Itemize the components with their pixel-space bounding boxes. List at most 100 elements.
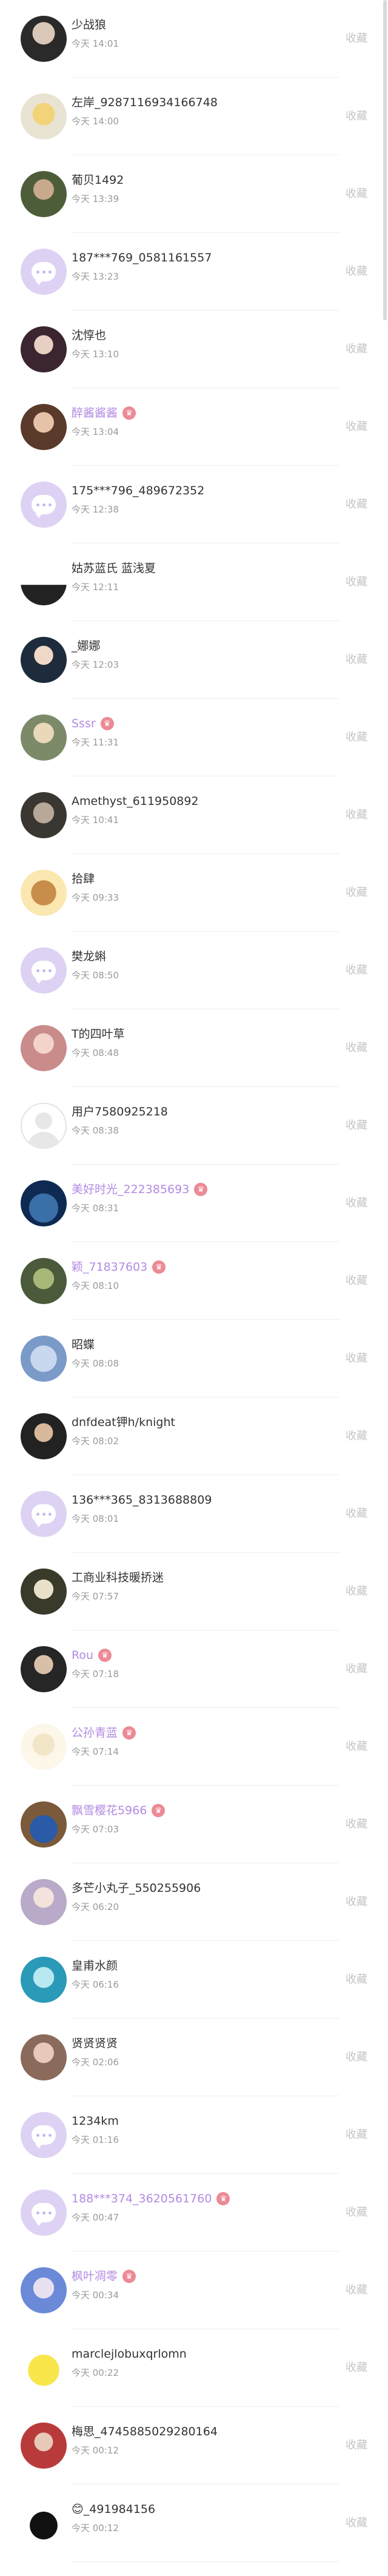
collect-button[interactable]: 收藏 bbox=[346, 1274, 367, 1288]
list-item[interactable]: 拾肆 今天 09:33 收藏 bbox=[0, 854, 388, 932]
collect-button[interactable]: 收藏 bbox=[346, 1196, 367, 1211]
collect-button[interactable]: 收藏 bbox=[346, 187, 367, 201]
avatar[interactable] bbox=[21, 947, 67, 994]
collect-button[interactable]: 收藏 bbox=[346, 2205, 367, 2220]
avatar[interactable] bbox=[21, 2345, 67, 2391]
list-item[interactable]: 枫叶凋零 ♛ 今天 00:34 收藏 bbox=[0, 2251, 388, 2329]
avatar[interactable] bbox=[21, 1724, 67, 1770]
collect-button[interactable]: 收藏 bbox=[346, 1817, 367, 1832]
list-item[interactable]: 187***769_0581161557 今天 13:23 收藏 bbox=[0, 233, 388, 311]
collect-button[interactable]: 收藏 bbox=[346, 264, 367, 279]
collect-button[interactable]: 收藏 bbox=[346, 420, 367, 434]
avatar[interactable] bbox=[21, 326, 67, 372]
list-item[interactable]: marclejlobuxqrlomn 今天 00:22 收藏 bbox=[0, 2329, 388, 2407]
avatar[interactable] bbox=[21, 2267, 67, 2313]
collect-button[interactable]: 收藏 bbox=[346, 575, 367, 590]
collect-button[interactable]: 收藏 bbox=[346, 730, 367, 745]
list-item[interactable]: 188***374_3620561760 ♛ 今天 00:47 收藏 bbox=[0, 2174, 388, 2251]
collect-button[interactable]: 收藏 bbox=[346, 2516, 367, 2531]
collect-button[interactable]: 收藏 bbox=[346, 497, 367, 512]
avatar[interactable] bbox=[21, 1258, 67, 1304]
avatar[interactable] bbox=[21, 16, 67, 62]
list-item[interactable]: dnfdeat钾h/knight 今天 08:02 收藏 bbox=[0, 1397, 388, 1475]
collect-button[interactable]: 收藏 bbox=[346, 808, 367, 822]
collect-button[interactable]: 收藏 bbox=[346, 1429, 367, 1444]
avatar[interactable] bbox=[21, 559, 67, 605]
collect-button[interactable]: 收藏 bbox=[346, 1507, 367, 1521]
list-item[interactable]: 左岸_9287116934166748 今天 14:00 收藏 bbox=[0, 78, 388, 155]
list-item[interactable]: _娜娜 今天 12:03 收藏 bbox=[0, 621, 388, 699]
collect-button[interactable]: 收藏 bbox=[346, 2050, 367, 2065]
default-avatar-icon[interactable] bbox=[21, 1103, 67, 1149]
avatar[interactable] bbox=[21, 404, 67, 450]
avatar[interactable] bbox=[21, 1413, 67, 1459]
collect-button[interactable]: 收藏 bbox=[346, 2361, 367, 2375]
collect-button[interactable]: 收藏 bbox=[346, 963, 367, 978]
collect-button[interactable]: 收藏 bbox=[346, 32, 367, 46]
list-item[interactable]: 136***365_8313688809 今天 08:01 收藏 bbox=[0, 1475, 388, 1553]
list-item[interactable]: Rou ♛ 今天 07:18 收藏 bbox=[0, 1630, 388, 1708]
avatar[interactable] bbox=[21, 171, 67, 217]
avatar[interactable] bbox=[21, 2500, 67, 2546]
avatar[interactable] bbox=[21, 2112, 67, 2158]
avatar[interactable] bbox=[21, 2190, 67, 2236]
avatar[interactable] bbox=[21, 1646, 67, 1692]
avatar[interactable] bbox=[21, 715, 67, 761]
collect-button[interactable]: 收藏 bbox=[346, 1041, 367, 1055]
list-item[interactable]: 用户7580925218 今天 08:38 收藏 bbox=[0, 1087, 388, 1165]
collect-button[interactable]: 收藏 bbox=[346, 1351, 367, 1366]
list-item[interactable]: 葡贝1492 今天 13:39 收藏 bbox=[0, 155, 388, 233]
list-item[interactable]: 多芒小丸子_550255906 今天 06:20 收藏 bbox=[0, 1863, 388, 1941]
collect-button[interactable]: 收藏 bbox=[346, 1972, 367, 1987]
list-item[interactable]: 175***796_489672352 今天 12:38 收藏 bbox=[0, 466, 388, 543]
collect-button[interactable]: 收藏 bbox=[346, 1895, 367, 1909]
collect-button[interactable]: 收藏 bbox=[346, 1118, 367, 1133]
collect-button[interactable]: 收藏 bbox=[346, 1662, 367, 1676]
avatar[interactable] bbox=[21, 249, 67, 295]
list-item[interactable]: 醉酱酱酱 ♛ 今天 13:04 收藏 bbox=[0, 388, 388, 466]
list-item[interactable]: 樊龙蝌 今天 08:50 收藏 bbox=[0, 932, 388, 1009]
list-item[interactable]: T的四叶草 今天 08:48 收藏 bbox=[0, 1009, 388, 1087]
list-item[interactable]: 颖_71837603 ♛ 今天 08:10 收藏 bbox=[0, 1242, 388, 1320]
avatar[interactable] bbox=[21, 93, 67, 140]
avatar[interactable] bbox=[21, 1336, 67, 1382]
avatar[interactable] bbox=[21, 1025, 67, 1071]
avatar[interactable] bbox=[21, 1569, 67, 1615]
list-item[interactable]: 姑苏蓝氏 蓝浅夏 今天 12:11 收藏 bbox=[0, 543, 388, 621]
list-item[interactable]: 美好时光_222385693 ♛ 今天 08:31 收藏 bbox=[0, 1165, 388, 1242]
list-item[interactable]: 公孙青蓝 ♛ 今天 07:14 收藏 bbox=[0, 1708, 388, 1786]
list-item[interactable]: 昭蝶 今天 08:08 收藏 bbox=[0, 1320, 388, 1397]
avatar[interactable] bbox=[21, 482, 67, 528]
list-item[interactable]: 沈惇也 今天 13:10 收藏 bbox=[0, 311, 388, 388]
list-item[interactable]: 少战狼 今天 14:01 收藏 bbox=[0, 0, 388, 78]
avatar[interactable] bbox=[21, 2423, 67, 2469]
scrollbar[interactable] bbox=[383, 0, 387, 320]
collect-button[interactable]: 收藏 bbox=[346, 2438, 367, 2453]
avatar[interactable] bbox=[21, 1879, 67, 1925]
collect-button[interactable]: 收藏 bbox=[346, 653, 367, 667]
list-item[interactable]: Amethyst_611950892 今天 10:41 收藏 bbox=[0, 776, 388, 854]
collect-button[interactable]: 收藏 bbox=[346, 2283, 367, 2298]
collect-button[interactable]: 收藏 bbox=[346, 886, 367, 900]
list-item[interactable]: 皇甫水颜 今天 06:16 收藏 bbox=[0, 1941, 388, 2019]
avatar[interactable] bbox=[21, 2034, 67, 2080]
avatar[interactable] bbox=[21, 870, 67, 916]
list-item[interactable]: 贤贤贤贤 今天 02:06 收藏 bbox=[0, 2019, 388, 2096]
collect-button[interactable]: 收藏 bbox=[346, 1740, 367, 1754]
avatar[interactable] bbox=[21, 1180, 67, 1226]
list-item[interactable]: 飘雪樱花5966 ♛ 今天 07:03 收藏 bbox=[0, 1786, 388, 1863]
list-item[interactable]: Sssr ♛ 今天 11:31 收藏 bbox=[0, 699, 388, 776]
list-item[interactable]: 😊_491984156 今天 00:12 收藏 bbox=[0, 2484, 388, 2562]
list-item[interactable]: 工商业科技暖挢迷 今天 07:57 收藏 bbox=[0, 1553, 388, 1630]
avatar[interactable] bbox=[21, 1491, 67, 1537]
collect-button[interactable]: 收藏 bbox=[346, 2128, 367, 2142]
list-item[interactable]: 梅思_4745885029280164 今天 00:12 收藏 bbox=[0, 2407, 388, 2484]
avatar[interactable] bbox=[21, 792, 67, 838]
collect-button[interactable]: 收藏 bbox=[346, 342, 367, 357]
collect-button[interactable]: 收藏 bbox=[346, 109, 367, 124]
avatar[interactable] bbox=[21, 637, 67, 683]
collect-button[interactable]: 收藏 bbox=[346, 1584, 367, 1599]
list-item[interactable]: 1234km 今天 01:16 收藏 bbox=[0, 2096, 388, 2174]
avatar[interactable] bbox=[21, 1957, 67, 2003]
avatar[interactable] bbox=[21, 1801, 67, 1848]
